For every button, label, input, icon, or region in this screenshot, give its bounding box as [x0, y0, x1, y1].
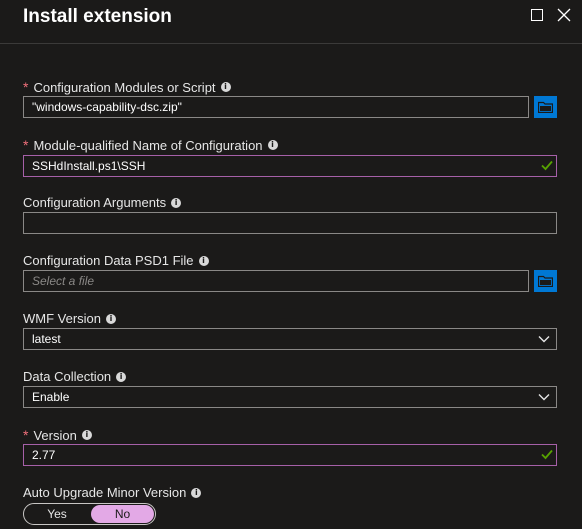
module-name-label-text: Module-qualified Name of Configuration — [33, 137, 263, 153]
maximize-button[interactable] — [530, 8, 546, 24]
wmf-version-select[interactable]: latest — [23, 328, 557, 350]
info-icon[interactable]: i — [267, 140, 278, 150]
module-name-value: SSHdInstall.ps1\SSH — [32, 159, 146, 173]
chevron-down-icon — [538, 336, 550, 343]
wmf-version-label-text: WMF Version — [23, 311, 102, 326]
config-modules-label: * Configuration Modules or Script i — [23, 79, 231, 95]
toggle-option-yes[interactable]: Yes — [24, 504, 90, 524]
info-icon[interactable]: i — [220, 82, 231, 92]
auto-upgrade-label-text: Auto Upgrade Minor Version — [23, 485, 187, 500]
data-collection-select[interactable]: Enable — [23, 386, 557, 408]
config-data-input[interactable]: Select a file — [23, 270, 529, 292]
config-data-label: Configuration Data PSD1 File i — [23, 253, 209, 268]
data-collection-label-text: Data Collection — [23, 369, 112, 384]
config-modules-input[interactable]: "windows-capability-dsc.zip" — [23, 96, 529, 118]
version-value: 2.77 — [32, 448, 56, 462]
config-args-input[interactable] — [23, 212, 557, 234]
info-icon[interactable]: i — [106, 313, 117, 324]
close-icon — [557, 8, 571, 22]
wmf-version-value: latest — [32, 332, 61, 346]
auto-upgrade-toggle[interactable]: Yes No — [23, 503, 156, 525]
version-input[interactable]: 2.77 — [23, 444, 557, 466]
auto-upgrade-label: Auto Upgrade Minor Version i — [23, 485, 202, 500]
wmf-version-label: WMF Version i — [23, 311, 117, 326]
info-icon[interactable]: i — [191, 487, 202, 498]
required-marker: * — [23, 427, 29, 443]
page-title: Install extension — [23, 6, 172, 27]
toggle-option-no[interactable]: No — [91, 505, 154, 523]
browse-modules-button[interactable] — [534, 96, 557, 118]
config-args-label: Configuration Arguments i — [23, 195, 182, 210]
blade-header: Install extension — [0, 0, 582, 44]
config-data-label-text: Configuration Data PSD1 File — [23, 253, 194, 268]
config-args-label-text: Configuration Arguments — [23, 195, 167, 210]
data-collection-label: Data Collection i — [23, 369, 127, 384]
version-label: * Version i — [23, 427, 92, 443]
valid-check-icon — [541, 449, 553, 460]
config-modules-label-text: Configuration Modules or Script — [33, 79, 216, 95]
info-icon[interactable]: i — [81, 430, 92, 440]
config-modules-value: "windows-capability-dsc.zip" — [32, 100, 182, 114]
close-button[interactable] — [557, 8, 573, 24]
maximize-icon — [531, 9, 543, 21]
valid-check-icon — [541, 160, 553, 171]
info-icon[interactable]: i — [198, 255, 209, 266]
config-data-placeholder: Select a file — [32, 274, 95, 288]
version-label-text: Version — [33, 427, 77, 443]
module-name-input[interactable]: SSHdInstall.ps1\SSH — [23, 155, 557, 177]
browse-data-button[interactable] — [534, 270, 557, 292]
required-marker: * — [23, 137, 29, 153]
data-collection-value: Enable — [32, 390, 70, 404]
info-icon[interactable]: i — [171, 197, 182, 208]
folder-icon — [538, 275, 553, 287]
required-marker: * — [23, 79, 29, 95]
info-icon[interactable]: i — [116, 371, 127, 382]
chevron-down-icon — [538, 394, 550, 401]
folder-icon — [538, 101, 553, 113]
module-name-label: * Module-qualified Name of Configuration… — [23, 137, 278, 153]
